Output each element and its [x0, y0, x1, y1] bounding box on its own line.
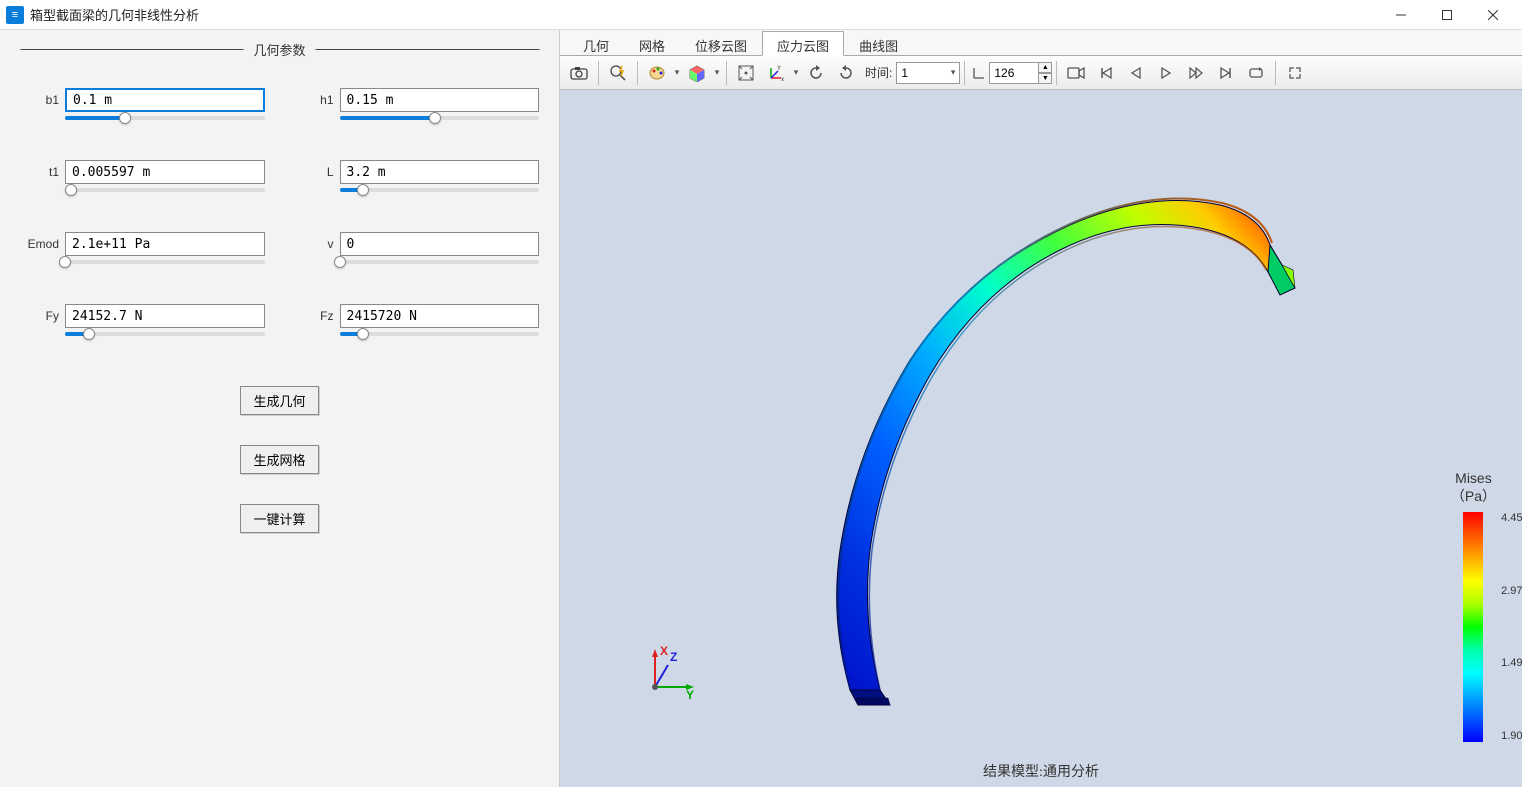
palette-icon[interactable] — [643, 59, 671, 87]
color-legend: Mises （Pa） 4.453e+102.975e+101.497e+101.… — [1451, 470, 1496, 742]
legend-tick: 1.497e+10 — [1501, 657, 1522, 669]
result-panel: 几何网格位移云图应力云图曲线图 ▾ — [560, 30, 1522, 787]
param-slider-b1[interactable] — [65, 116, 265, 120]
param-slider-L[interactable] — [340, 188, 540, 192]
param-input-v[interactable] — [340, 232, 540, 256]
svg-text:Y: Y — [777, 66, 781, 72]
param-Fz: Fz — [295, 304, 540, 336]
rotate-ccw-icon[interactable] — [802, 59, 830, 87]
param-L: L — [295, 160, 540, 192]
param-label: h1 — [295, 93, 340, 107]
camera-icon[interactable] — [565, 59, 593, 87]
parameters-panel: 几何参数 b1 h1 t1 L Emod v Fy Fz 生成几何 生成网格 一键计算 — [0, 30, 560, 787]
param-slider-t1[interactable] — [65, 188, 265, 192]
frame-spinner[interactable]: ▲ ▼ — [1038, 62, 1052, 84]
legend-tick: 1.905e+08 — [1501, 730, 1522, 742]
play-reverse-icon[interactable] — [1122, 59, 1150, 87]
compute-button[interactable]: 一键计算 — [240, 504, 318, 533]
param-slider-h1[interactable] — [340, 116, 540, 120]
fit-view-icon[interactable] — [732, 59, 760, 87]
param-label: v — [295, 237, 340, 251]
play-icon[interactable] — [1152, 59, 1180, 87]
spinner-down[interactable]: ▼ — [1038, 73, 1052, 84]
generate-mesh-button[interactable]: 生成网格 — [240, 445, 318, 474]
generate-geometry-button[interactable]: 生成几何 — [240, 386, 318, 415]
param-input-b1[interactable] — [65, 88, 265, 112]
param-input-Fz[interactable] — [340, 304, 540, 328]
skip-start-icon[interactable] — [1092, 59, 1120, 87]
palette-dropdown[interactable]: ▾ — [672, 67, 682, 78]
skip-end-icon[interactable] — [1212, 59, 1240, 87]
angle-icon — [970, 59, 988, 87]
time-label: 时间: — [865, 64, 892, 81]
cube-dropdown[interactable]: ▾ — [712, 67, 722, 78]
param-slider-v[interactable] — [340, 260, 540, 264]
stress-contour-model — [600, 150, 1300, 710]
tab-曲线图[interactable]: 曲线图 — [844, 31, 913, 56]
param-label: Emod — [20, 237, 65, 251]
param-input-h1[interactable] — [340, 88, 540, 112]
titlebar: ≡ 箱型截面梁的几何非线性分析 — [0, 0, 1522, 30]
param-label: Fy — [20, 309, 65, 323]
param-Emod: Emod — [20, 232, 265, 264]
tab-网格[interactable]: 网格 — [624, 31, 680, 56]
expand-icon[interactable] — [1281, 59, 1309, 87]
tab-应力云图[interactable]: 应力云图 — [762, 31, 844, 56]
tab-位移云图[interactable]: 位移云图 — [680, 31, 762, 56]
legend-tick: 2.975e+10 — [1501, 585, 1522, 597]
param-label: L — [295, 165, 340, 179]
param-label: Fz — [295, 309, 340, 323]
minimize-button[interactable] — [1378, 0, 1424, 30]
svg-text:x: x — [781, 77, 784, 82]
model-status: 结果模型:通用分析 — [983, 761, 1099, 781]
loop-icon[interactable] — [1242, 59, 1270, 87]
spinner-up[interactable]: ▲ — [1038, 62, 1052, 73]
param-input-t1[interactable] — [65, 160, 265, 184]
time-select[interactable]: 1 — [896, 62, 960, 84]
frame-input[interactable] — [989, 62, 1039, 84]
param-h1: h1 — [295, 88, 540, 120]
param-Fy: Fy — [20, 304, 265, 336]
step-forward-icon[interactable] — [1182, 59, 1210, 87]
param-slider-Fy[interactable] — [65, 332, 265, 336]
param-input-Emod[interactable] — [65, 232, 265, 256]
param-slider-Emod[interactable] — [65, 260, 265, 264]
param-slider-Fz[interactable] — [340, 332, 540, 336]
param-v: v — [295, 232, 540, 264]
record-icon[interactable] — [1062, 59, 1090, 87]
rotate-cw-icon[interactable] — [832, 59, 860, 87]
param-label: b1 — [20, 93, 65, 107]
param-t1: t1 — [20, 160, 265, 192]
legend-unit: （Pa） — [1451, 486, 1496, 506]
close-button[interactable] — [1470, 0, 1516, 30]
fieldset-legend: 几何参数 — [244, 40, 316, 59]
axis-orientation-icon[interactable]: Yx — [762, 59, 790, 87]
param-input-L[interactable] — [340, 160, 540, 184]
viewport-toolbar: ▾ ▾ Yx ▾ — [560, 56, 1522, 90]
legend-colorbar: 4.453e+102.975e+101.497e+101.905e+08 — [1463, 512, 1483, 742]
result-viewport[interactable]: X Y Z Mises （Pa） 4.453e+102.975e+101.497… — [560, 90, 1522, 787]
axis-dropdown[interactable]: ▾ — [791, 67, 801, 78]
maximize-button[interactable] — [1424, 0, 1470, 30]
app-icon: ≡ — [6, 6, 24, 24]
app-title: 箱型截面梁的几何非线性分析 — [30, 5, 1378, 24]
param-label: t1 — [20, 165, 65, 179]
geometry-fieldset: 几何参数 b1h1t1LEmodvFyFz 生成几何 生成网格 一键计算 — [10, 50, 549, 543]
tab-几何[interactable]: 几何 — [568, 31, 624, 56]
cube-colormap-icon[interactable] — [683, 59, 711, 87]
result-tabs: 几何网格位移云图应力云图曲线图 — [560, 30, 1522, 56]
legend-tick: 4.453e+10 — [1501, 512, 1522, 524]
param-b1: b1 — [20, 88, 265, 120]
param-input-Fy[interactable] — [65, 304, 265, 328]
zoom-flash-icon[interactable] — [604, 59, 632, 87]
legend-title: Mises — [1451, 470, 1496, 486]
